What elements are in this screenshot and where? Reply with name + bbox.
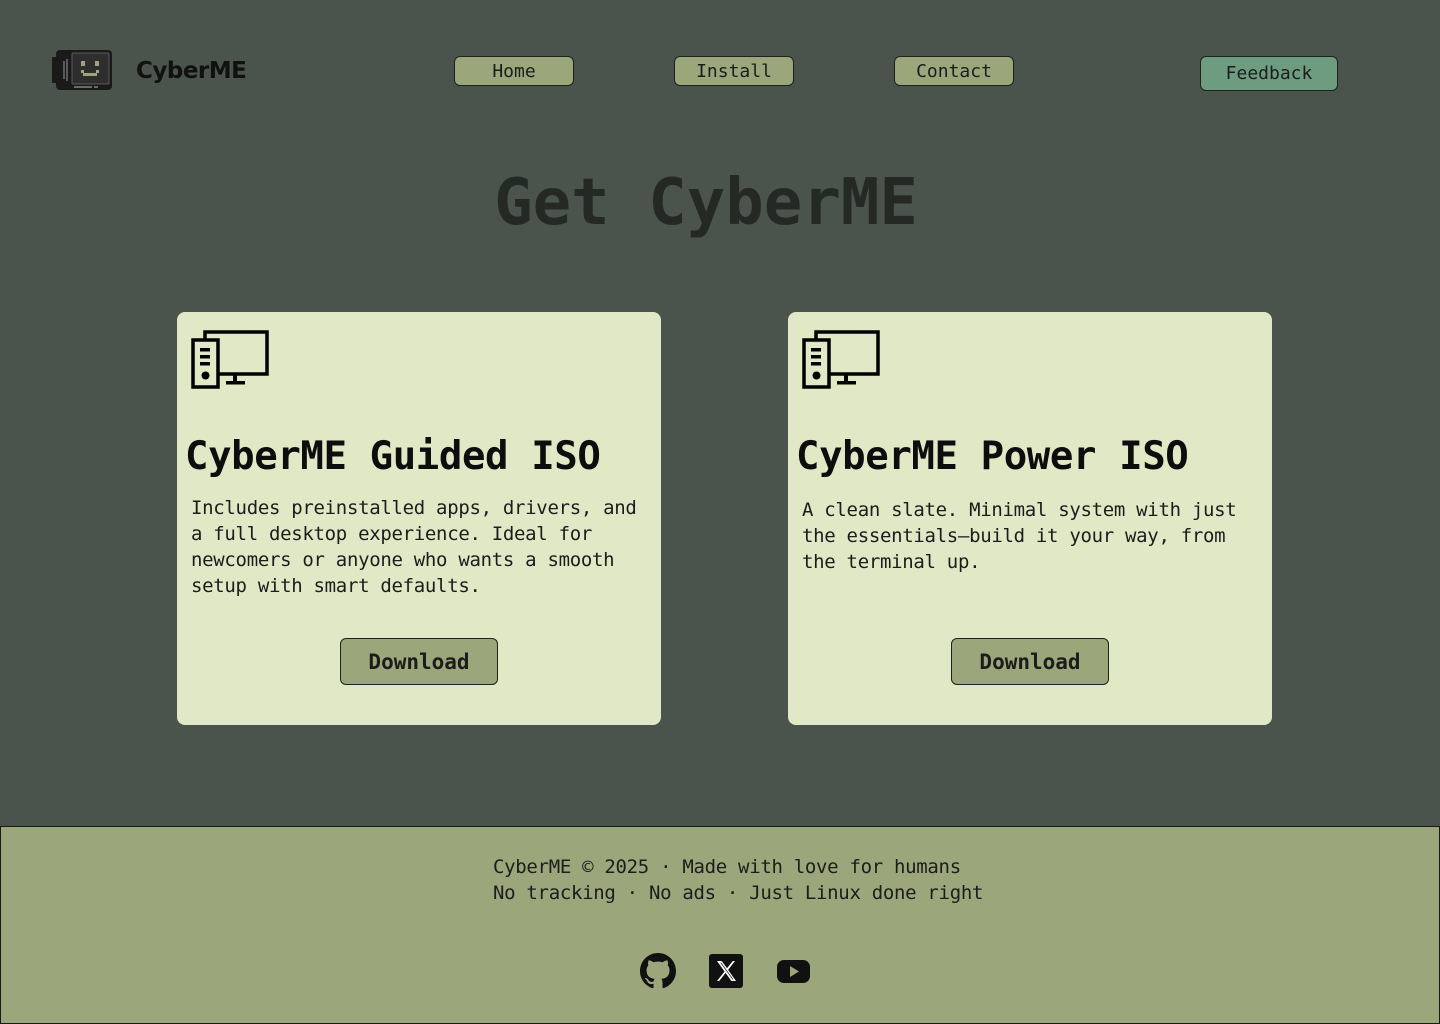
footer: CyberME © 2025 · Made with love for huma…	[0, 826, 1440, 1024]
youtube-icon[interactable]	[775, 953, 811, 989]
download-power-button[interactable]: Download	[951, 638, 1109, 685]
nav-install-button[interactable]: Install	[674, 56, 794, 86]
nav-home-button[interactable]: Home	[454, 56, 574, 86]
nav-contact-button[interactable]: Contact	[894, 56, 1014, 86]
page-title: Get CyberME	[494, 166, 918, 240]
card-description: A clean slate. Minimal system with just …	[802, 499, 1237, 573]
download-guided-button[interactable]: Download	[340, 638, 498, 685]
footer-tagline: No tracking · No ads · Just Linux done r…	[493, 882, 984, 904]
feedback-button[interactable]: Feedback	[1200, 56, 1338, 91]
card-title: CyberME Power ISO	[796, 434, 1189, 479]
guided-iso-card: CyberME Guided ISO Includes preinstalled…	[177, 312, 661, 725]
desktop-computer-icon	[802, 330, 880, 389]
smiley-computer-logo-icon[interactable]	[52, 49, 114, 91]
card-title: CyberME Guided ISO	[185, 434, 601, 479]
footer-text: CyberME © 2025 · Made with love for huma…	[493, 854, 983, 906]
x-twitter-icon[interactable]	[708, 953, 744, 989]
brand-name[interactable]: CyberME	[136, 56, 247, 86]
card-description: Includes preinstalled apps, drivers, and…	[191, 497, 637, 597]
github-icon[interactable]	[640, 953, 676, 989]
desktop-computer-icon	[191, 330, 269, 389]
power-iso-card: CyberME Power ISO A clean slate. Minimal…	[788, 312, 1272, 725]
footer-copyright: CyberME © 2025 · Made with love for huma…	[493, 856, 961, 878]
